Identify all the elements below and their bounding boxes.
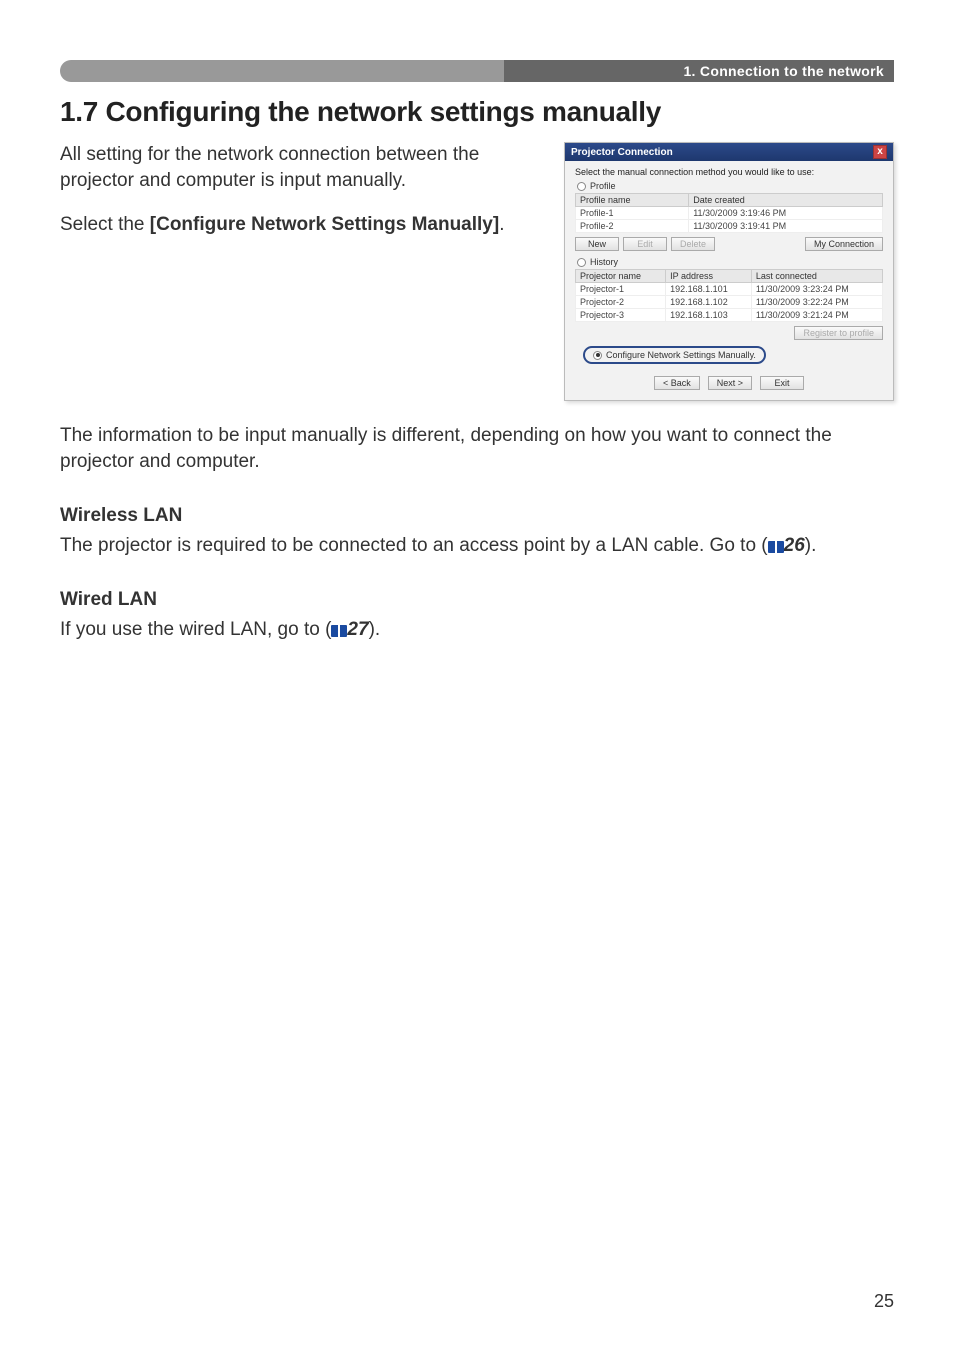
profile-date-cell: 11/30/2009 3:19:46 PM [689,207,883,220]
book-icon [331,625,347,637]
profile-name-cell: Profile-2 [576,220,689,233]
proj-name-cell: Projector-3 [576,309,666,322]
col-projector-name: Projector name [576,270,666,283]
col-profile-name: Profile name [576,194,689,207]
proj-last-cell: 11/30/2009 3:21:24 PM [751,309,882,322]
section-title: 1.7 Configuring the network settings man… [60,96,894,128]
projector-connection-dialog: Projector Connection x Select the manual… [564,142,894,401]
proj-ip-cell: 192.168.1.103 [666,309,752,322]
configure-manually-label: Configure Network Settings Manually. [606,350,756,360]
profile-section-label: Profile [590,181,616,191]
wireless-lan-heading: Wireless LAN [60,505,182,526]
table-row[interactable]: Projector-2 192.168.1.102 11/30/2009 3:2… [576,296,883,309]
table-row[interactable]: Profile-1 11/30/2009 3:19:46 PM [576,207,883,220]
proj-last-cell: 11/30/2009 3:23:24 PM [751,283,882,296]
delete-button[interactable]: Delete [671,237,715,251]
table-header-row: Profile name Date created [576,194,883,207]
table-row[interactable]: Profile-2 11/30/2009 3:19:41 PM [576,220,883,233]
exit-button[interactable]: Exit [760,376,804,390]
history-radio-row[interactable]: History [577,257,883,267]
page-number: 25 [874,1291,894,1312]
intro-p2-c: . [499,214,504,235]
wired-lan-text: If you use the wired LAN, go to ( 27). [60,617,894,643]
wired-lan-heading: Wired LAN [60,589,157,610]
wired-text-a: If you use the wired LAN, go to ( [60,619,331,640]
after-paragraph: The information to be input manually is … [60,423,894,475]
radio-icon[interactable] [577,258,586,267]
col-ip-address: IP address [666,270,752,283]
intro-p2-bold: [Configure Network Settings Manually] [150,214,499,235]
profile-date-cell: 11/30/2009 3:19:41 PM [689,220,883,233]
profile-radio-row[interactable]: Profile [577,181,883,191]
proj-last-cell: 11/30/2009 3:22:24 PM [751,296,882,309]
proj-ip-cell: 192.168.1.101 [666,283,752,296]
table-row[interactable]: Projector-1 192.168.1.101 11/30/2009 3:2… [576,283,883,296]
chapter-label: 1. Connection to the network [683,60,884,82]
table-header-row: Projector name IP address Last connected [576,270,883,283]
chapter-header-bar: 1. Connection to the network [60,60,894,82]
col-date-created: Date created [689,194,883,207]
history-table[interactable]: Projector name IP address Last connected… [575,269,883,322]
history-section-label: History [590,257,618,267]
new-button[interactable]: New [575,237,619,251]
book-icon [768,541,784,553]
wired-text-b: ). [369,619,381,640]
table-row[interactable]: Projector-3 192.168.1.103 11/30/2009 3:2… [576,309,883,322]
proj-name-cell: Projector-1 [576,283,666,296]
radio-icon[interactable] [593,351,602,360]
profile-name-cell: Profile-1 [576,207,689,220]
intro-p2-a: Select the [60,214,150,235]
intro-paragraph-1: All setting for the network connection b… [60,142,546,194]
dialog-title: Projector Connection [571,147,673,158]
next-button[interactable]: Next > [708,376,752,390]
close-icon[interactable]: x [873,145,887,159]
wireless-text-b: ). [805,535,817,556]
dialog-instruction: Select the manual connection method you … [575,167,883,177]
proj-name-cell: Projector-2 [576,296,666,309]
profile-table[interactable]: Profile name Date created Profile-1 11/3… [575,193,883,233]
wireless-page-ref: 26 [784,535,805,556]
wireless-lan-text: The projector is required to be connecte… [60,533,894,559]
edit-button[interactable]: Edit [623,237,667,251]
dialog-titlebar: Projector Connection x [565,143,893,161]
radio-icon[interactable] [577,182,586,191]
register-to-profile-button[interactable]: Register to profile [794,326,883,340]
wired-page-ref: 27 [347,619,368,640]
my-connection-button[interactable]: My Connection [805,237,883,251]
intro-paragraph-2: Select the [Configure Network Settings M… [60,212,546,238]
proj-ip-cell: 192.168.1.102 [666,296,752,309]
col-last-connected: Last connected [751,270,882,283]
wireless-text-a: The projector is required to be connecte… [60,535,768,556]
back-button[interactable]: < Back [654,376,700,390]
configure-manually-radio-row[interactable]: Configure Network Settings Manually. [583,346,766,364]
